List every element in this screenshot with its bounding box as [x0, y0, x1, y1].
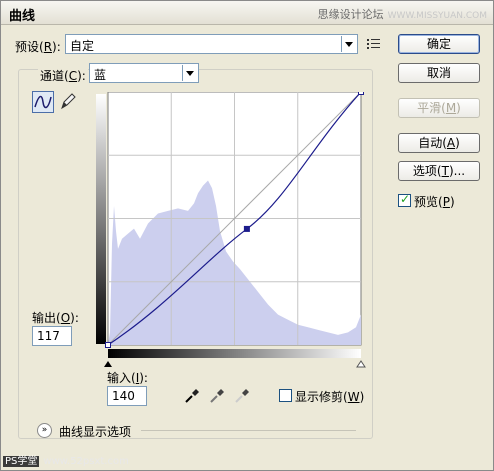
- cancel-button[interactable]: 取消: [398, 63, 480, 83]
- chevron-down-icon[interactable]: [341, 36, 356, 52]
- smooth-button[interactable]: 平滑(M): [398, 98, 480, 118]
- input-gradient-bar: [108, 349, 361, 358]
- dialog-title: 曲线: [9, 9, 36, 24]
- clipping-checkbox[interactable]: [279, 389, 292, 402]
- options-button[interactable]: 选项(T)...: [398, 161, 480, 181]
- preview-label-main: 预览(: [414, 195, 443, 209]
- curve-options-label[interactable]: 曲线显示选项: [59, 423, 131, 440]
- smooth-label-main: 平滑(: [417, 101, 446, 115]
- preset-menu-icon[interactable]: [367, 38, 381, 50]
- input-label-main: 输入(: [107, 371, 136, 385]
- options-label-end: )...: [448, 164, 466, 178]
- curve-point-white[interactable]: [358, 92, 364, 95]
- curves-graph[interactable]: [96, 92, 371, 370]
- footer-watermark: PS学堂 www.52psxt.com: [3, 452, 129, 467]
- preset-label-main: 预设(: [15, 40, 44, 54]
- curve-point-black[interactable]: [105, 342, 111, 348]
- pencil-tool-icon: [61, 93, 76, 110]
- channel-label-main: 通道(: [40, 69, 69, 83]
- clipping-label-main: 显示修剪(: [295, 390, 348, 404]
- options-label-key: T: [441, 164, 449, 178]
- title-bar[interactable]: 曲线 思缘设计论坛 WWW.MISSYUAN.COM: [1, 1, 493, 25]
- channel-value: 蓝: [94, 68, 107, 82]
- black-point-slider[interactable]: [104, 361, 112, 367]
- input-label-end: ):: [139, 371, 148, 385]
- preview-checkbox[interactable]: [398, 192, 411, 207]
- watermark: 思缘设计论坛 WWW.MISSYUAN.COM: [318, 6, 487, 22]
- preset-label: 预设(R):: [15, 38, 61, 55]
- preset-select[interactable]: 自定: [65, 34, 358, 54]
- curves-dialog: 曲线 思缘设计论坛 WWW.MISSYUAN.COM 预设(R): 自定 确定 取…: [0, 0, 494, 471]
- divider: [141, 430, 356, 431]
- output-label-end: ):: [70, 311, 79, 325]
- curve-tool[interactable]: [32, 91, 54, 113]
- input-field[interactable]: 140: [107, 386, 147, 406]
- clipping-label-key: W: [347, 390, 360, 404]
- clipping-label[interactable]: 显示修剪(W): [295, 388, 364, 405]
- smooth-label-key: M: [445, 101, 457, 115]
- channel-label: 通道(C):: [38, 67, 88, 84]
- preview-label-end: ): [449, 195, 455, 209]
- output-label-key: O: [60, 311, 71, 325]
- input-label: 输入(I):: [107, 369, 148, 386]
- watermark-site: WWW.MISSYUAN.COM: [387, 11, 487, 21]
- curve-point-selected[interactable]: [243, 225, 250, 232]
- watermark-text: 思缘设计论坛: [317, 8, 384, 21]
- black-eyedropper-icon[interactable]: [183, 387, 201, 405]
- preset-label-key: R: [43, 40, 53, 54]
- output-label-main: 输出(: [32, 311, 61, 325]
- preview-label-key: P: [442, 195, 450, 209]
- auto-label-main: 自动(: [418, 136, 447, 150]
- footer-site: www.52psxt.com: [43, 456, 129, 467]
- channel-label-end: ):: [77, 69, 86, 83]
- expand-icon[interactable]: »: [37, 423, 52, 438]
- preset-value: 自定: [70, 39, 95, 53]
- curve-tool-icon: [34, 95, 52, 109]
- gray-eyedropper-icon[interactable]: [208, 387, 226, 405]
- preview-label[interactable]: 预览(P): [414, 193, 455, 210]
- white-point-slider[interactable]: [356, 360, 366, 368]
- output-label: 输出(O):: [32, 309, 79, 326]
- options-label-main: 选项(: [412, 164, 442, 178]
- smooth-label-end: ): [456, 101, 461, 115]
- preset-label-end: ):: [52, 40, 61, 54]
- ok-button[interactable]: 确定: [398, 34, 480, 54]
- auto-label-key: A: [446, 136, 456, 150]
- auto-label-end: ): [455, 136, 460, 150]
- channel-select[interactable]: 蓝: [89, 63, 199, 83]
- channel-label-key: C: [68, 69, 78, 83]
- chevron-down-icon[interactable]: [182, 65, 197, 81]
- footer-brand: PS学堂: [3, 456, 40, 467]
- output-gradient-bar: [96, 94, 106, 344]
- clipping-label-end: ): [359, 390, 365, 404]
- pencil-tool[interactable]: [58, 91, 80, 113]
- white-eyedropper-icon[interactable]: [233, 387, 251, 405]
- auto-button[interactable]: 自动(A): [398, 133, 480, 153]
- output-field[interactable]: 117: [32, 326, 72, 346]
